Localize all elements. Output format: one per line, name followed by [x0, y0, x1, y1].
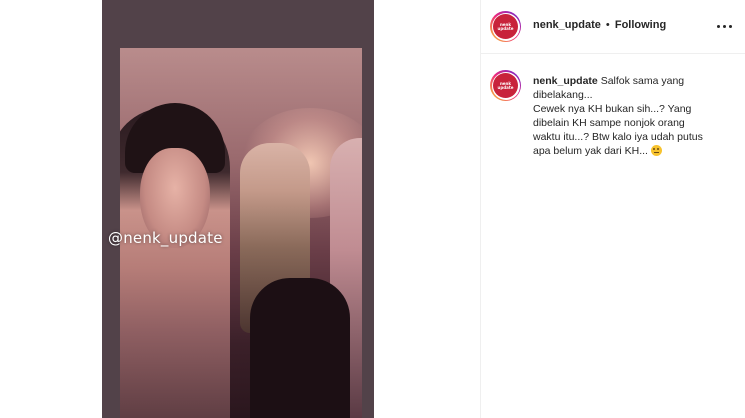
scene-shadow	[250, 278, 350, 418]
avatar-image: nenk update	[493, 73, 518, 98]
post-side-pane: nenk update nenk_update • Following nenk…	[481, 0, 745, 418]
media-pane: @nenk_update	[0, 0, 480, 418]
caption-avatar[interactable]: nenk update	[490, 70, 521, 101]
caption-line: waktu itu...? Btw kalo iya udah putus	[533, 131, 703, 143]
caption-line: apa belum yak dari KH...	[533, 145, 648, 157]
video-player[interactable]	[102, 0, 374, 418]
instagram-post-view: @nenk_update nenk update nenk_update • F…	[0, 0, 745, 418]
caption-username-link[interactable]: nenk_update	[533, 75, 598, 87]
more-options-icon[interactable]	[713, 16, 735, 36]
avatar-image: nenk update	[493, 14, 518, 39]
separator-dot: •	[605, 19, 610, 31]
username-link[interactable]: nenk_update	[533, 19, 601, 31]
header-user-line: nenk_update • Following	[533, 19, 666, 31]
caption-line: Salfok sama yang	[600, 75, 685, 87]
following-button[interactable]: Following	[615, 19, 666, 31]
video-watermark: @nenk_update	[108, 229, 223, 247]
caption-line: dibelakang...	[533, 89, 593, 101]
caption-text: nenk_update Salfok sama yang dibelakang.…	[533, 74, 733, 158]
thinking-face-emoji-icon	[650, 145, 662, 156]
avatar[interactable]: nenk update	[490, 11, 521, 42]
caption-line: dibelain KH sampe nonjok orang	[533, 117, 685, 129]
post-header: nenk update nenk_update • Following	[481, 0, 745, 54]
caption-line: Cewek nya KH bukan sih...? Yang	[533, 103, 692, 115]
